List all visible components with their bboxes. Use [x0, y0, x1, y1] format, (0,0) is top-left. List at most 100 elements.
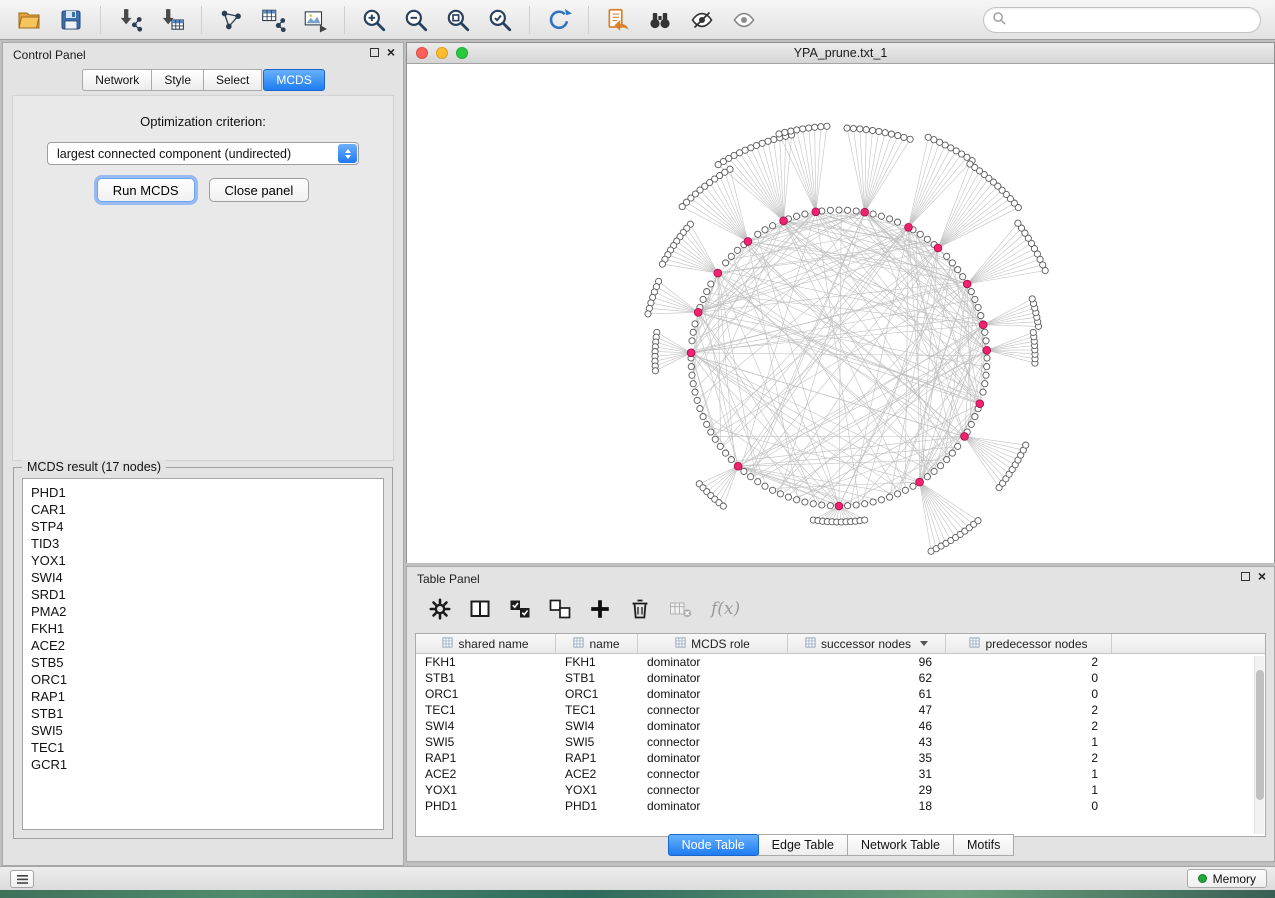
cell-predecessor-nodes: 2 [946, 703, 1112, 717]
mcds-result-item[interactable]: SWI5 [23, 722, 383, 739]
memory-button[interactable]: Memory [1187, 869, 1267, 888]
mcds-result-item[interactable]: ORC1 [23, 671, 383, 688]
table-scrollbar-thumb[interactable] [1256, 670, 1264, 800]
table-grid-icon [573, 637, 584, 651]
save-icon[interactable] [56, 5, 86, 35]
table-row[interactable]: YOX1YOX1connector291 [416, 782, 1265, 798]
export-image-icon[interactable] [300, 5, 330, 35]
tab-network-table[interactable]: Network Table [847, 834, 954, 856]
mcds-result-item[interactable]: ACE2 [23, 637, 383, 654]
show-columns-icon[interactable] [467, 596, 493, 622]
column-header[interactable]: predecessor nodes [946, 634, 1112, 653]
function-builder-button[interactable]: f(x) [711, 599, 740, 619]
cell-predecessor-nodes: 1 [946, 735, 1112, 749]
mcds-result-item[interactable]: STB1 [23, 705, 383, 722]
mcds-panel: Optimization criterion: largest connecte… [12, 95, 394, 461]
dropdown-stepper-icon [338, 144, 357, 163]
table-grid-icon [442, 637, 453, 651]
table-panel-title: Table Panel [407, 567, 1274, 586]
minimize-traffic-light[interactable] [436, 47, 448, 59]
table-row[interactable]: RAP1RAP1dominator352 [416, 750, 1265, 766]
disabled-table-icon[interactable] [667, 596, 693, 622]
cell-shared-name: PHD1 [416, 799, 556, 813]
table-row[interactable]: STB1STB1dominator620 [416, 670, 1265, 686]
table-row[interactable]: TEC1TEC1connector472 [416, 702, 1265, 718]
tab-mcds[interactable]: MCDS [263, 69, 324, 91]
panel-menu-button[interactable] [10, 870, 34, 888]
tab-node-table[interactable]: Node Table [668, 834, 759, 856]
column-header[interactable]: shared name [416, 634, 556, 653]
column-header[interactable]: successor nodes [788, 634, 946, 653]
table-row[interactable]: SWI4SWI4dominator462 [416, 718, 1265, 734]
main-toolbar [0, 0, 1275, 40]
refresh-icon[interactable] [544, 5, 574, 35]
mcds-result-item[interactable]: FKH1 [23, 620, 383, 637]
mcds-result-item[interactable]: SWI4 [23, 569, 383, 586]
close-table-panel-icon[interactable]: × [1258, 572, 1266, 581]
tab-network[interactable]: Network [82, 69, 152, 91]
table-scrollbar-track[interactable] [1254, 656, 1264, 834]
cell-predecessor-nodes: 2 [946, 751, 1112, 765]
column-header[interactable]: name [556, 634, 638, 653]
search-input[interactable] [1007, 13, 1260, 27]
import-table-file-icon[interactable] [157, 5, 187, 35]
run-mcds-button[interactable]: Run MCDS [97, 178, 195, 202]
sort-arrow-icon[interactable] [920, 641, 928, 646]
add-row-icon[interactable] [587, 596, 613, 622]
zoom-in-icon[interactable] [359, 5, 389, 35]
mcds-result-item[interactable]: PHD1 [23, 484, 383, 501]
cell-successor-nodes: 29 [788, 783, 946, 797]
zoom-traffic-light[interactable] [456, 47, 468, 59]
mcds-result-item[interactable]: RAP1 [23, 688, 383, 705]
table-row[interactable]: PHD1PHD1dominator180 [416, 798, 1265, 814]
hide-selection-icon[interactable] [687, 5, 717, 35]
tab-edge-table[interactable]: Edge Table [758, 834, 848, 856]
close-panel-button[interactable]: Close panel [209, 178, 310, 202]
cell-name: SWI4 [556, 719, 638, 733]
table-row[interactable]: ORC1ORC1dominator610 [416, 686, 1265, 702]
cell-mcds-role: dominator [638, 719, 788, 733]
zoom-out-icon[interactable] [401, 5, 431, 35]
tab-motifs[interactable]: Motifs [953, 834, 1014, 856]
zoom-selected-icon[interactable] [485, 5, 515, 35]
find-icon[interactable] [645, 5, 675, 35]
new-network-icon[interactable] [216, 5, 246, 35]
table-row[interactable]: FKH1FKH1dominator962 [416, 654, 1265, 670]
show-all-icon[interactable] [729, 5, 759, 35]
memory-status-icon [1198, 874, 1207, 883]
mcds-result-item[interactable]: SRD1 [23, 586, 383, 603]
column-header[interactable]: MCDS role [638, 634, 788, 653]
mcds-result-item[interactable]: STP4 [23, 518, 383, 535]
mcds-result-item[interactable]: PMA2 [23, 603, 383, 620]
mcds-result-item[interactable]: TID3 [23, 535, 383, 552]
cell-name: ACE2 [556, 767, 638, 781]
float-panel-icon[interactable] [370, 48, 379, 57]
select-all-icon[interactable] [507, 596, 533, 622]
new-network-table-icon[interactable] [258, 5, 288, 35]
close-panel-icon[interactable]: × [387, 48, 395, 57]
open-folder-icon[interactable] [14, 5, 44, 35]
zoom-fit-icon[interactable] [443, 5, 473, 35]
tab-select[interactable]: Select [203, 69, 262, 91]
float-table-panel-icon[interactable] [1241, 572, 1250, 581]
cell-mcds-role: connector [638, 767, 788, 781]
mcds-result-item[interactable]: CAR1 [23, 501, 383, 518]
import-network-file-icon[interactable] [115, 5, 145, 35]
table-row[interactable]: SWI5SWI5connector431 [416, 734, 1265, 750]
cell-successor-nodes: 35 [788, 751, 946, 765]
deselect-all-icon[interactable] [547, 596, 573, 622]
delete-row-icon[interactable] [627, 596, 653, 622]
mcds-result-item[interactable]: GCR1 [23, 756, 383, 773]
mcds-result-item[interactable]: YOX1 [23, 552, 383, 569]
mcds-result-item[interactable]: TEC1 [23, 739, 383, 756]
network-canvas[interactable] [407, 64, 1274, 563]
table-row[interactable]: ACE2ACE2connector311 [416, 766, 1265, 782]
toolbar-group [589, 6, 773, 34]
mcds-result-item[interactable]: STB5 [23, 654, 383, 671]
settings-gear-icon[interactable] [427, 596, 453, 622]
clipboard-network-icon[interactable] [603, 5, 633, 35]
criterion-dropdown[interactable]: largest connected component (undirected) [47, 142, 359, 165]
close-traffic-light[interactable] [416, 47, 428, 59]
tab-style[interactable]: Style [151, 69, 204, 91]
column-header-label: MCDS role [691, 637, 750, 651]
